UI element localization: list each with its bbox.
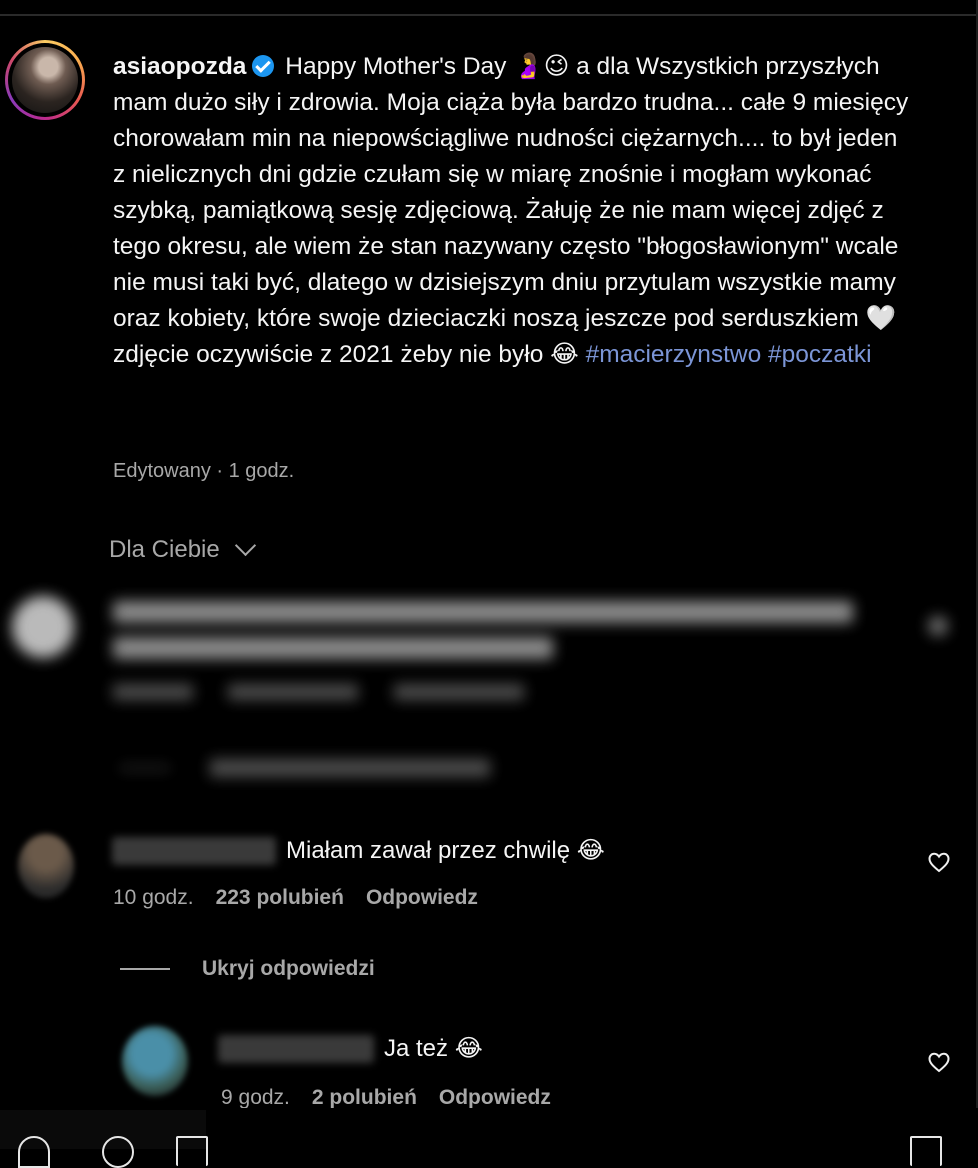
comment-icon[interactable] [102, 1136, 134, 1168]
author-avatar[interactable] [5, 40, 85, 120]
hide-replies-button[interactable]: Ukryj odpowiedzi [120, 957, 375, 981]
obscured-comment [0, 580, 978, 820]
comment-text: Miałam zawał przez chwilę 😂 [286, 837, 605, 864]
comment-time: 10 godz. [113, 886, 194, 909]
comment-meta: 10 godz. 223 polubień Odpowiedz [113, 886, 478, 910]
hashtag-link[interactable]: #macierzynstwo [586, 341, 762, 368]
avatar-photo [12, 47, 78, 113]
chevron-down-icon [234, 534, 256, 557]
top-divider [0, 14, 978, 16]
obscured-meta [113, 684, 524, 706]
avatar [12, 596, 74, 658]
avatar[interactable] [18, 834, 74, 898]
verified-badge-icon [252, 55, 275, 77]
share-icon[interactable] [176, 1136, 208, 1166]
commenter-username[interactable] [218, 1034, 374, 1063]
reply-text: Ja też 😂 [384, 1035, 483, 1062]
obscured-replies [120, 756, 490, 779]
obscured-text [113, 598, 873, 670]
sort-label: Dla Ciebie [109, 536, 220, 563]
heart-icon [928, 616, 948, 636]
reply-meta: 9 godz. 2 polubień Odpowiedz [221, 1086, 551, 1110]
post-caption: asiaopozda Happy Mother's Day 🤰😉 a dla W… [113, 49, 913, 373]
reply-button[interactable]: Odpowiedz [439, 1086, 551, 1109]
comment-sort-dropdown[interactable]: Dla Ciebie [109, 534, 256, 564]
hide-replies-label: Ukryj odpowiedzi [202, 957, 375, 980]
heart-icon[interactable] [927, 1050, 951, 1074]
caption-text: Happy Mother's Day 🤰😉 a dla Wszystkich p… [113, 53, 909, 368]
hashtag-link[interactable]: #poczatki [768, 341, 872, 368]
reply-button[interactable]: Odpowiedz [366, 886, 478, 909]
comment-likes[interactable]: 223 polubień [216, 886, 344, 909]
avatar[interactable] [122, 1026, 188, 1096]
replies-divider [120, 968, 170, 970]
reply-time: 9 godz. [221, 1086, 290, 1109]
reply-comment: Ja też 😂 [218, 1034, 483, 1063]
comment: Miałam zawał przez chwilę 😂 [112, 836, 605, 865]
save-icon[interactable] [910, 1136, 942, 1166]
reply-likes[interactable]: 2 polubień [312, 1086, 417, 1109]
author-username[interactable]: asiaopozda [113, 53, 246, 80]
like-icon[interactable] [18, 1136, 50, 1168]
heart-icon[interactable] [927, 850, 951, 874]
commenter-username[interactable] [112, 836, 276, 865]
post-meta: Edytowany · 1 godz. [113, 460, 295, 482]
